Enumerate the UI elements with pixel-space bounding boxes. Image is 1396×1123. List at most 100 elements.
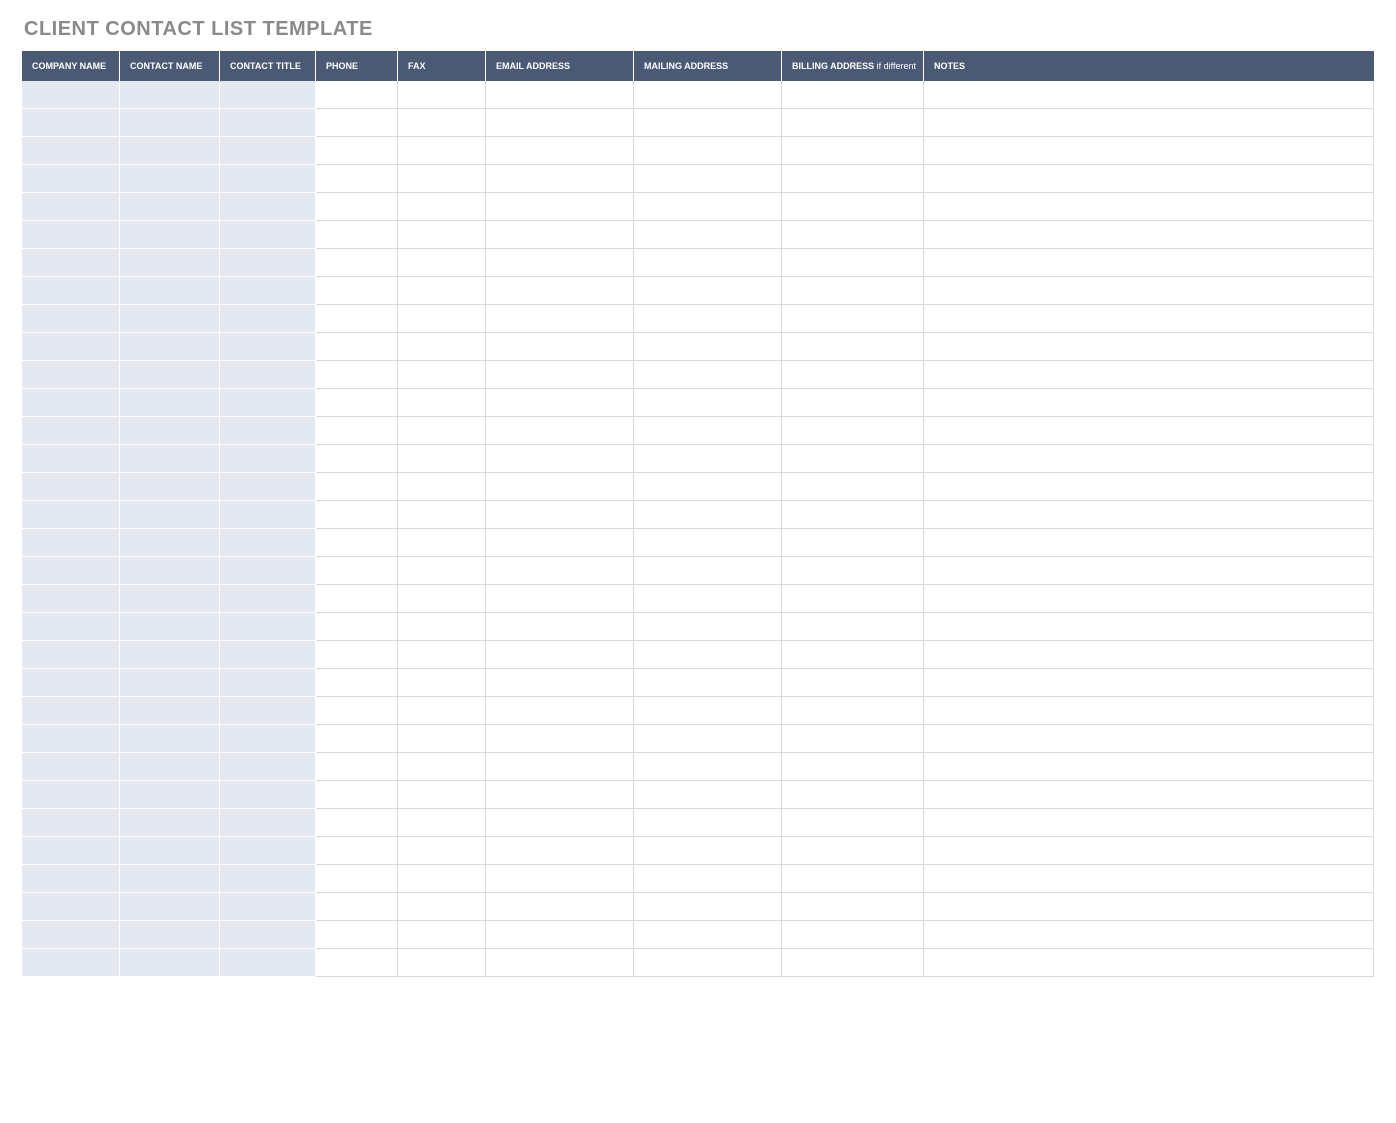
cell-phone[interactable] (316, 109, 398, 137)
cell-email[interactable] (486, 837, 634, 865)
cell-mailing[interactable] (634, 305, 782, 333)
cell-notes[interactable] (924, 137, 1374, 165)
cell-billing[interactable] (782, 221, 924, 249)
cell-billing[interactable] (782, 417, 924, 445)
cell-contact[interactable] (120, 809, 220, 837)
cell-ctitle[interactable] (220, 837, 316, 865)
cell-contact[interactable] (120, 445, 220, 473)
cell-notes[interactable] (924, 865, 1374, 893)
cell-contact[interactable] (120, 893, 220, 921)
cell-email[interactable] (486, 249, 634, 277)
cell-ctitle[interactable] (220, 697, 316, 725)
cell-mailing[interactable] (634, 501, 782, 529)
cell-contact[interactable] (120, 221, 220, 249)
cell-phone[interactable] (316, 865, 398, 893)
cell-fax[interactable] (398, 221, 486, 249)
cell-email[interactable] (486, 501, 634, 529)
cell-billing[interactable] (782, 669, 924, 697)
cell-billing[interactable] (782, 697, 924, 725)
cell-fax[interactable] (398, 165, 486, 193)
cell-phone[interactable] (316, 501, 398, 529)
cell-ctitle[interactable] (220, 501, 316, 529)
cell-phone[interactable] (316, 193, 398, 221)
cell-fax[interactable] (398, 697, 486, 725)
cell-company[interactable] (22, 865, 120, 893)
cell-billing[interactable] (782, 81, 924, 109)
cell-fax[interactable] (398, 277, 486, 305)
cell-mailing[interactable] (634, 865, 782, 893)
cell-phone[interactable] (316, 669, 398, 697)
cell-company[interactable] (22, 809, 120, 837)
cell-company[interactable] (22, 221, 120, 249)
cell-ctitle[interactable] (220, 193, 316, 221)
cell-company[interactable] (22, 249, 120, 277)
cell-fax[interactable] (398, 109, 486, 137)
cell-notes[interactable] (924, 165, 1374, 193)
cell-mailing[interactable] (634, 333, 782, 361)
cell-mailing[interactable] (634, 361, 782, 389)
cell-contact[interactable] (120, 697, 220, 725)
cell-notes[interactable] (924, 557, 1374, 585)
cell-email[interactable] (486, 277, 634, 305)
cell-mailing[interactable] (634, 949, 782, 977)
cell-phone[interactable] (316, 921, 398, 949)
cell-company[interactable] (22, 137, 120, 165)
cell-billing[interactable] (782, 557, 924, 585)
cell-mailing[interactable] (634, 389, 782, 417)
cell-notes[interactable] (924, 193, 1374, 221)
cell-fax[interactable] (398, 613, 486, 641)
cell-billing[interactable] (782, 277, 924, 305)
cell-fax[interactable] (398, 921, 486, 949)
cell-mailing[interactable] (634, 557, 782, 585)
cell-fax[interactable] (398, 249, 486, 277)
cell-contact[interactable] (120, 165, 220, 193)
cell-notes[interactable] (924, 725, 1374, 753)
cell-company[interactable] (22, 193, 120, 221)
cell-mailing[interactable] (634, 921, 782, 949)
cell-company[interactable] (22, 753, 120, 781)
cell-contact[interactable] (120, 641, 220, 669)
cell-notes[interactable] (924, 585, 1374, 613)
cell-mailing[interactable] (634, 221, 782, 249)
cell-billing[interactable] (782, 165, 924, 193)
cell-company[interactable] (22, 81, 120, 109)
cell-billing[interactable] (782, 949, 924, 977)
cell-ctitle[interactable] (220, 305, 316, 333)
cell-billing[interactable] (782, 641, 924, 669)
cell-ctitle[interactable] (220, 585, 316, 613)
cell-ctitle[interactable] (220, 949, 316, 977)
cell-notes[interactable] (924, 333, 1374, 361)
cell-contact[interactable] (120, 193, 220, 221)
cell-contact[interactable] (120, 585, 220, 613)
cell-email[interactable] (486, 529, 634, 557)
cell-email[interactable] (486, 109, 634, 137)
cell-mailing[interactable] (634, 277, 782, 305)
cell-mailing[interactable] (634, 137, 782, 165)
cell-mailing[interactable] (634, 417, 782, 445)
cell-ctitle[interactable] (220, 389, 316, 417)
cell-billing[interactable] (782, 389, 924, 417)
cell-contact[interactable] (120, 473, 220, 501)
cell-fax[interactable] (398, 137, 486, 165)
cell-ctitle[interactable] (220, 221, 316, 249)
cell-mailing[interactable] (634, 781, 782, 809)
cell-notes[interactable] (924, 613, 1374, 641)
cell-phone[interactable] (316, 81, 398, 109)
cell-billing[interactable] (782, 893, 924, 921)
cell-fax[interactable] (398, 753, 486, 781)
cell-phone[interactable] (316, 249, 398, 277)
cell-contact[interactable] (120, 921, 220, 949)
cell-billing[interactable] (782, 585, 924, 613)
cell-fax[interactable] (398, 949, 486, 977)
cell-contact[interactable] (120, 417, 220, 445)
cell-phone[interactable] (316, 641, 398, 669)
cell-notes[interactable] (924, 305, 1374, 333)
cell-contact[interactable] (120, 249, 220, 277)
cell-ctitle[interactable] (220, 417, 316, 445)
cell-fax[interactable] (398, 305, 486, 333)
cell-phone[interactable] (316, 277, 398, 305)
cell-company[interactable] (22, 305, 120, 333)
cell-contact[interactable] (120, 781, 220, 809)
cell-notes[interactable] (924, 529, 1374, 557)
cell-billing[interactable] (782, 249, 924, 277)
